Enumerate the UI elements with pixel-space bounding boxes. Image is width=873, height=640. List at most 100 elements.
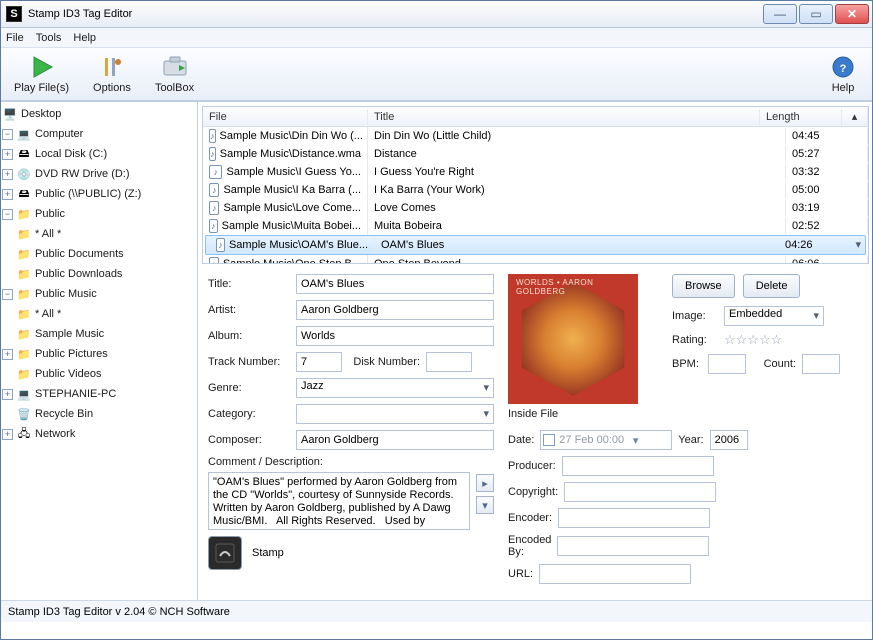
col-title[interactable]: Title bbox=[368, 109, 760, 125]
tree-stephanie-pc[interactable]: STEPHANIE-PC bbox=[35, 388, 116, 400]
image-select[interactable]: Embedded bbox=[724, 306, 824, 326]
minimize-button[interactable]: — bbox=[763, 4, 797, 24]
main-area: 🖥️Desktop −💻Computer +🖴Local Disk (C:) +… bbox=[0, 101, 873, 600]
music-file-icon: ♪ bbox=[209, 129, 216, 143]
rating-stars[interactable]: ☆☆☆☆☆ bbox=[724, 332, 782, 348]
title-input[interactable] bbox=[296, 274, 494, 294]
tree-public-z[interactable]: Public (\\PUBLIC) (Z:) bbox=[35, 188, 141, 200]
expander[interactable]: − bbox=[2, 289, 13, 300]
encodedby-label: Encoded By: bbox=[508, 534, 551, 558]
tree-public-videos[interactable]: Public Videos bbox=[35, 368, 101, 380]
disk-input[interactable] bbox=[426, 352, 472, 372]
url-input[interactable] bbox=[539, 564, 691, 584]
folder-icon: 📁 bbox=[16, 326, 32, 342]
tree-desktop[interactable]: Desktop bbox=[21, 108, 61, 120]
browse-button[interactable]: Browse bbox=[672, 274, 735, 298]
computer-icon: 💻 bbox=[16, 126, 32, 142]
bpm-label: BPM: bbox=[672, 358, 702, 370]
table-row[interactable]: ♪Sample Music\OAM's Blue...OAM's Blues04… bbox=[205, 235, 866, 255]
track-label: Track Number: bbox=[208, 356, 290, 368]
expander[interactable]: + bbox=[2, 389, 13, 400]
tree-public-pictures[interactable]: Public Pictures bbox=[35, 348, 108, 360]
folder-icon: 📁 bbox=[16, 206, 32, 222]
stamp-icon-button[interactable] bbox=[208, 536, 242, 570]
bpm-input[interactable] bbox=[708, 354, 746, 374]
network-drive-icon: 🖴 bbox=[16, 186, 32, 202]
date-checkbox[interactable] bbox=[543, 434, 555, 446]
toolbox-button[interactable]: ToolBox bbox=[149, 52, 200, 96]
copy-right-button[interactable]: ▸ bbox=[476, 474, 494, 492]
menu-help[interactable]: Help bbox=[73, 32, 96, 44]
album-input[interactable] bbox=[296, 326, 494, 346]
tree-public[interactable]: Public bbox=[35, 208, 65, 220]
folder-tree[interactable]: 🖥️Desktop −💻Computer +🖴Local Disk (C:) +… bbox=[0, 102, 198, 600]
table-row[interactable]: ♪Sample Music\Distance.wmaDistance05:27 bbox=[203, 145, 868, 163]
close-button[interactable]: ✕ bbox=[835, 4, 869, 24]
tag-form: Title: Artist: Album: Track Number:Disk … bbox=[198, 268, 873, 600]
drive-icon: 🖴 bbox=[16, 146, 32, 162]
menu-tools[interactable]: Tools bbox=[36, 32, 62, 44]
copyright-label: Copyright: bbox=[508, 486, 558, 498]
delete-button[interactable]: Delete bbox=[743, 274, 801, 298]
play-files-button[interactable]: Play File(s) bbox=[8, 52, 75, 96]
expander[interactable]: − bbox=[2, 209, 13, 220]
window-title: Stamp ID3 Tag Editor bbox=[28, 8, 763, 20]
svg-text:?: ? bbox=[840, 63, 847, 75]
artist-input[interactable] bbox=[296, 300, 494, 320]
comment-textarea[interactable] bbox=[208, 472, 470, 530]
pictures-folder-icon: 📁 bbox=[16, 346, 32, 362]
tree-local-c[interactable]: Local Disk (C:) bbox=[35, 148, 107, 160]
title-bar: S Stamp ID3 Tag Editor — ▭ ✕ bbox=[0, 0, 873, 28]
expander[interactable]: + bbox=[2, 149, 13, 160]
toolbox-icon bbox=[162, 54, 188, 80]
folder-icon: 📁 bbox=[16, 246, 32, 262]
expander[interactable]: + bbox=[2, 349, 13, 360]
expander[interactable]: + bbox=[2, 429, 13, 440]
help-button[interactable]: ? Help bbox=[821, 52, 865, 96]
tree-all2[interactable]: * All * bbox=[35, 308, 61, 320]
expander[interactable]: + bbox=[2, 189, 13, 200]
videos-folder-icon: 📁 bbox=[16, 366, 32, 382]
music-file-icon: ♪ bbox=[209, 201, 219, 215]
tree-sample-music[interactable]: Sample Music bbox=[35, 328, 104, 340]
music-file-icon: ♪ bbox=[209, 165, 222, 179]
col-length[interactable]: Length bbox=[760, 109, 842, 125]
tree-dvd[interactable]: DVD RW Drive (D:) bbox=[35, 168, 130, 180]
computer-icon: 💻 bbox=[16, 386, 32, 402]
tree-computer[interactable]: Computer bbox=[35, 128, 83, 140]
table-row[interactable]: ♪Sample Music\Love Come...Love Comes03:1… bbox=[203, 199, 868, 217]
table-row[interactable]: ♪Sample Music\I Ka Barra (...I Ka Barra … bbox=[203, 181, 868, 199]
title-label: Title: bbox=[208, 278, 290, 290]
tree-public-music[interactable]: Public Music bbox=[35, 288, 97, 300]
maximize-button[interactable]: ▭ bbox=[799, 4, 833, 24]
table-row[interactable]: ♪Sample Music\I Guess Yo...I Guess You'r… bbox=[203, 163, 868, 181]
date-picker[interactable]: 27 Feb 00:00▾ bbox=[540, 430, 672, 450]
track-input[interactable] bbox=[296, 352, 342, 372]
music-file-icon: ♪ bbox=[216, 238, 225, 252]
expander[interactable]: + bbox=[2, 169, 13, 180]
menu-bar: File Tools Help bbox=[0, 28, 873, 48]
options-button[interactable]: Options bbox=[87, 52, 137, 96]
expander[interactable]: − bbox=[2, 129, 13, 140]
tree-recycle-bin[interactable]: Recycle Bin bbox=[35, 408, 93, 420]
category-select[interactable] bbox=[296, 404, 494, 424]
date-label: Date: bbox=[508, 434, 534, 446]
chevron-down-icon: ▾ bbox=[628, 434, 643, 447]
file-list-body[interactable]: ♪Sample Music\Din Din Wo (...Din Din Wo … bbox=[203, 127, 868, 263]
tree-public-docs[interactable]: Public Documents bbox=[35, 248, 124, 260]
col-file[interactable]: File bbox=[203, 109, 368, 125]
tree-public-downloads[interactable]: Public Downloads bbox=[35, 268, 122, 280]
table-row[interactable]: ♪Sample Music\Din Din Wo (...Din Din Wo … bbox=[203, 127, 868, 145]
menu-file[interactable]: File bbox=[6, 32, 24, 44]
composer-input[interactable] bbox=[296, 430, 494, 450]
tree-all[interactable]: * All * bbox=[35, 228, 61, 240]
count-label: Count: bbox=[752, 358, 796, 370]
genre-select[interactable]: Jazz bbox=[296, 378, 494, 398]
tree-network[interactable]: Network bbox=[35, 428, 75, 440]
dvd-icon: 💿 bbox=[16, 166, 32, 182]
copy-down-button[interactable]: ▾ bbox=[476, 496, 494, 514]
table-row[interactable]: ♪Sample Music\Muita Bobei...Muita Bobeir… bbox=[203, 217, 868, 235]
table-row[interactable]: ♪Sample Music\One Step B...One Step Beyo… bbox=[203, 255, 868, 263]
count-input[interactable] bbox=[802, 354, 840, 374]
col-scroll-up[interactable]: ▴ bbox=[842, 108, 868, 125]
